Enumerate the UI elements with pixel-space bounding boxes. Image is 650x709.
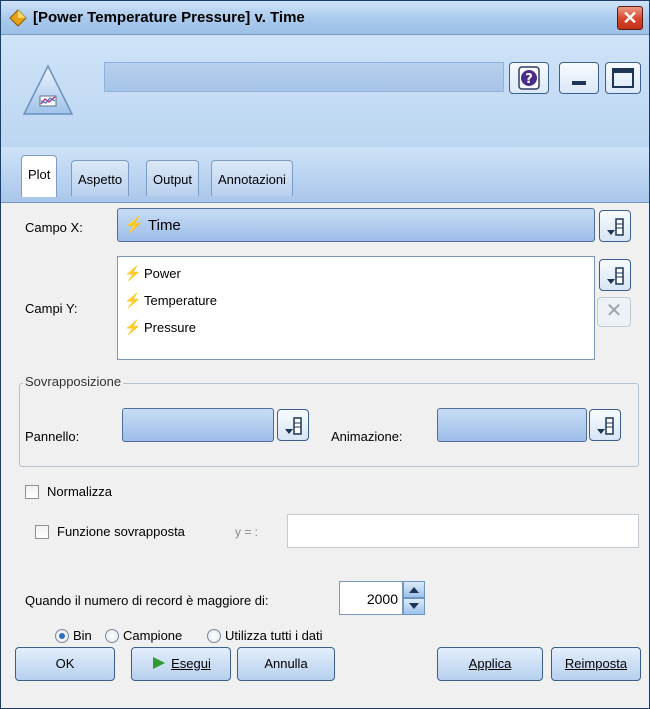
panel-label: Pannello: — [25, 429, 80, 444]
y-fields-label: Campi Y: — [25, 301, 78, 316]
tab-aspetto[interactable]: Aspetto — [71, 160, 130, 196]
records-threshold-spinner[interactable] — [403, 581, 425, 615]
list-item[interactable]: ⚡ Power — [124, 265, 181, 282]
dialog-window: [Power Temperature Pressure] v. Time ✕ ?… — [0, 0, 650, 709]
window-title: [Power Temperature Pressure] v. Time — [33, 9, 305, 26]
animation-label: Animazione: — [331, 429, 403, 444]
field-picker-icon — [607, 267, 624, 285]
field-picker-icon — [597, 417, 614, 435]
node-diamond-icon — [9, 9, 27, 27]
reset-button[interactable]: Reimposta — [551, 647, 641, 681]
y-field-name: Pressure — [144, 320, 197, 335]
plot-settings-panel: Campo X: ⚡ Time Campi Y: ⚡ Power ⚡ Tempera… — [1, 203, 649, 708]
records-threshold-input[interactable]: 2000 — [339, 581, 403, 615]
svg-text:?: ? — [525, 72, 533, 87]
apply-button-label: Applica — [468, 656, 512, 671]
panel-field-picker-button[interactable] — [277, 409, 309, 441]
reset-button-label: Reimposta — [564, 656, 628, 671]
node-name-field[interactable] — [104, 62, 504, 92]
remove-icon: ✕ — [605, 300, 623, 322]
field-picker-icon — [607, 218, 624, 236]
list-item[interactable]: ⚡ Temperature — [124, 292, 217, 309]
spin-down-button[interactable] — [403, 598, 425, 615]
apply-button[interactable]: Applica — [437, 647, 543, 681]
help-button[interactable]: ? — [509, 62, 549, 94]
continuous-field-icon: ⚡ — [124, 292, 142, 308]
cancel-button[interactable]: Annulla — [237, 647, 335, 681]
x-field-label: Campo X: — [25, 220, 83, 235]
all-data-radio-label: Utilizza tutti i dati — [225, 628, 323, 643]
field-picker-icon — [285, 417, 302, 435]
maximize-button[interactable] — [605, 62, 641, 94]
continuous-field-icon: ⚡ — [124, 217, 144, 234]
minimize-icon — [572, 81, 586, 85]
plot-node-icon — [22, 64, 74, 115]
run-button-label: Esegui — [171, 656, 211, 671]
normalize-label: Normalizza — [47, 484, 113, 499]
close-button[interactable]: ✕ — [617, 6, 643, 30]
overlay-function-label: Funzione sovrapposta — [57, 524, 185, 539]
x-field-value: Time — [148, 217, 181, 234]
arrow-up-icon — [409, 587, 419, 593]
animation-field-select[interactable] — [437, 408, 587, 442]
y-field-name: Temperature — [144, 293, 217, 308]
overlay-function-checkbox[interactable] — [35, 525, 49, 539]
y-equals-label: y = : — [235, 525, 259, 539]
sample-radio[interactable] — [105, 629, 119, 643]
x-field-input[interactable]: ⚡ Time — [117, 208, 595, 242]
tab-bar: Plot Aspetto Output Annotazioni — [1, 147, 649, 203]
help-icon: ? — [518, 66, 540, 90]
continuous-field-icon: ⚡ — [124, 265, 142, 281]
arrow-down-icon — [409, 603, 419, 609]
dialog-header: ? — [1, 35, 649, 147]
y-fields-picker-button[interactable] — [599, 259, 631, 291]
y-field-name: Power — [144, 266, 181, 281]
tab-annotazioni[interactable]: Annotazioni — [211, 160, 293, 196]
ok-button[interactable]: OK — [15, 647, 115, 681]
overlay-function-input[interactable] — [287, 514, 639, 548]
panel-field-select[interactable] — [122, 408, 274, 442]
close-icon: ✕ — [622, 8, 638, 28]
play-icon — [153, 657, 166, 669]
run-button[interactable]: Esegui — [131, 647, 231, 681]
y-fields-list[interactable]: ⚡ Power ⚡ Temperature ⚡ Pressure — [117, 256, 595, 360]
bin-radio[interactable] — [55, 629, 69, 643]
title-bar: [Power Temperature Pressure] v. Time ✕ — [1, 1, 649, 35]
tab-plot[interactable]: Plot — [21, 155, 58, 197]
list-item[interactable]: ⚡ Pressure — [124, 319, 196, 336]
all-data-radio[interactable] — [207, 629, 221, 643]
bin-radio-label: Bin — [73, 628, 92, 643]
tab-output[interactable]: Output — [146, 160, 200, 196]
animation-field-picker-button[interactable] — [589, 409, 621, 441]
continuous-field-icon: ⚡ — [124, 319, 142, 335]
records-threshold-label: Quando il numero di record è maggiore di… — [25, 593, 269, 608]
minimize-button[interactable] — [559, 62, 599, 94]
x-field-picker-button[interactable] — [599, 210, 631, 242]
normalize-checkbox[interactable] — [25, 485, 39, 499]
remove-field-button[interactable]: ✕ — [597, 297, 631, 327]
maximize-icon — [612, 68, 634, 88]
overlay-group-title: Sovrapposizione — [23, 374, 124, 389]
spin-up-button[interactable] — [403, 581, 425, 598]
sample-radio-label: Campione — [123, 628, 183, 643]
